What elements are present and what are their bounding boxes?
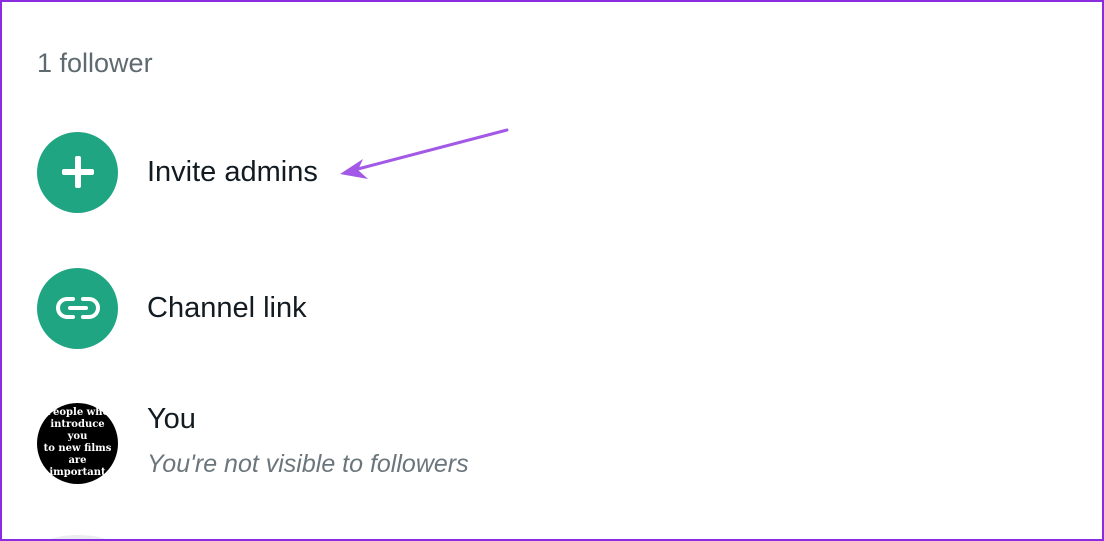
invite-admins-label: Invite admins xyxy=(147,155,318,188)
plus-icon xyxy=(61,156,94,188)
avatar: People who introduce you to new films ar… xyxy=(37,402,118,484)
next-item-avatar-partial xyxy=(44,535,112,539)
invite-admins-icon-circle xyxy=(37,131,118,213)
invite-admins-item[interactable]: Invite admins xyxy=(37,131,318,213)
channel-link-label: Channel link xyxy=(147,291,307,324)
you-member-item: People who introduce you to new films ar… xyxy=(37,402,469,484)
you-name: You xyxy=(147,403,196,435)
channel-link-icon-circle xyxy=(37,267,118,349)
follower-count: 1 follower xyxy=(37,48,153,78)
you-text-block: You You're not visible to followers xyxy=(147,403,469,479)
channel-info-panel: 1 follower Invite admins Channel link Pe… xyxy=(0,0,1104,541)
channel-link-item[interactable]: Channel link xyxy=(37,267,307,349)
you-visibility-note: You're not visible to followers xyxy=(147,450,469,478)
avatar-caption: People who introduce you to new films ar… xyxy=(43,407,112,478)
link-icon xyxy=(55,297,100,319)
